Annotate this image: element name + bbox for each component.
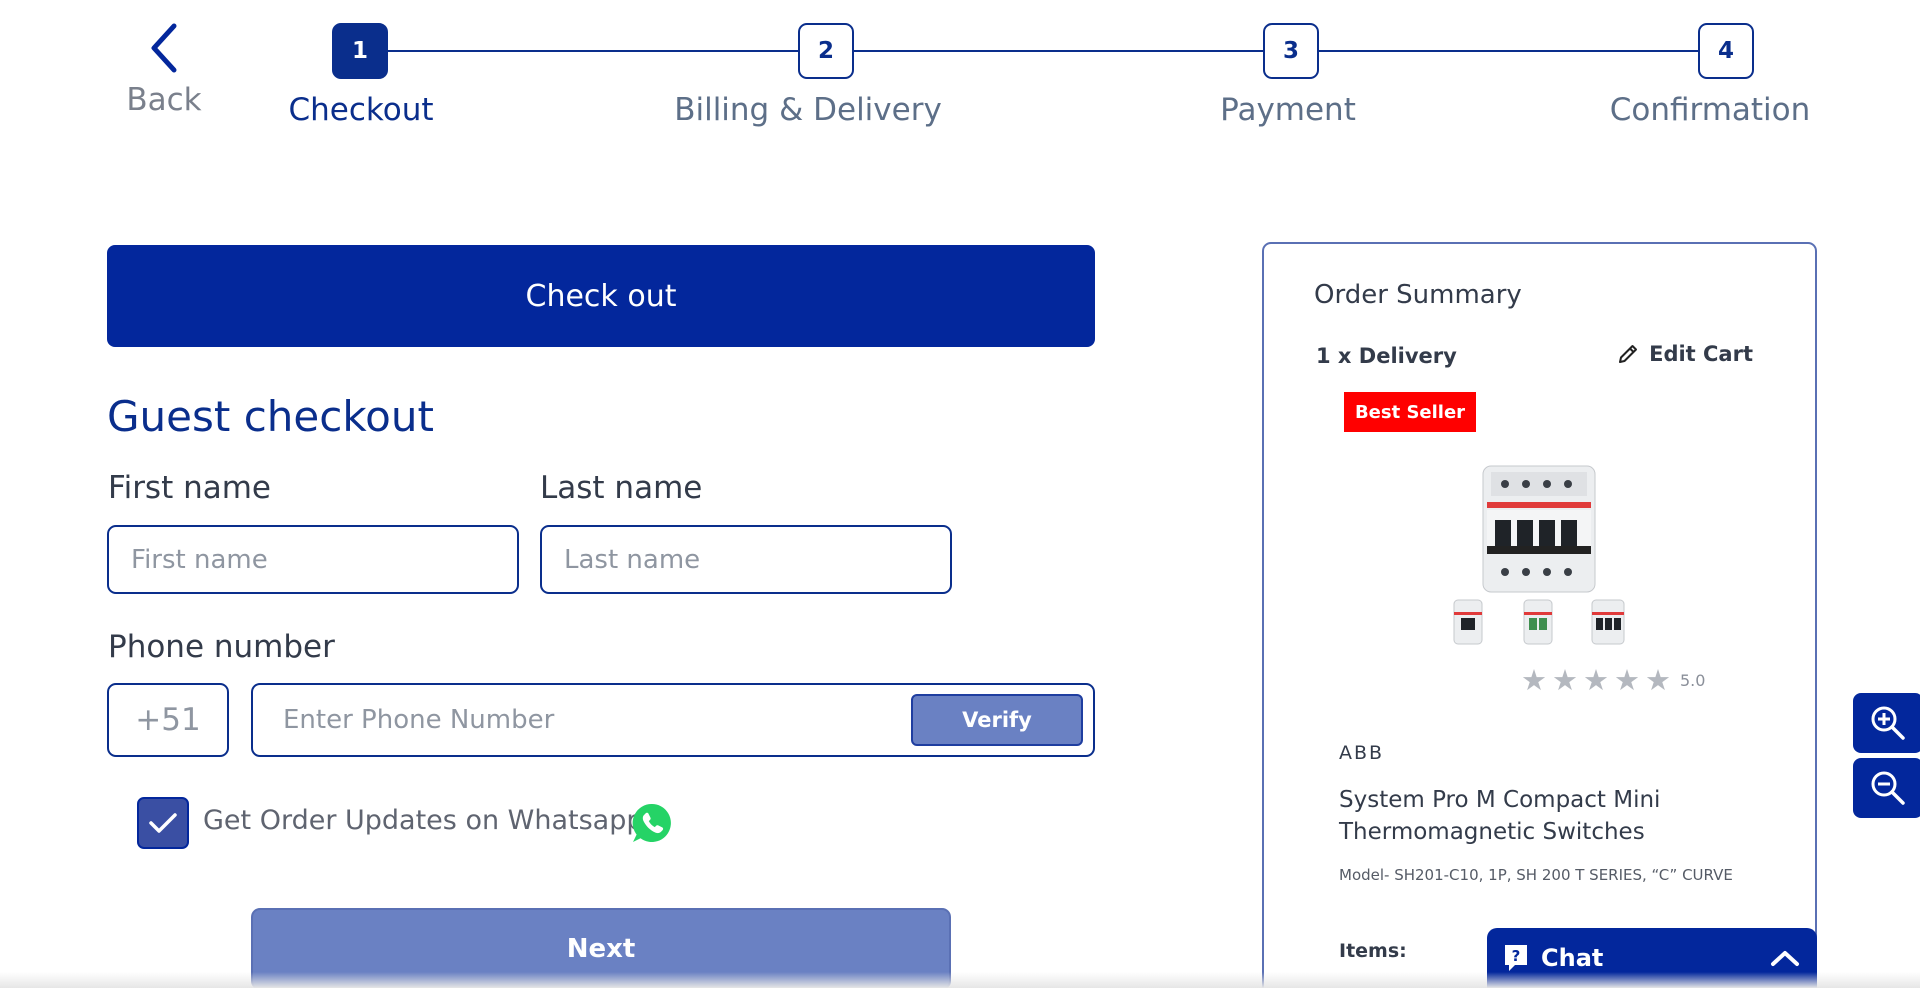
checkout-banner: Check out xyxy=(107,245,1095,347)
back-label: Back xyxy=(126,82,202,118)
best-seller-badge: Best Seller xyxy=(1344,392,1476,432)
chevron-left-icon xyxy=(151,23,177,73)
step-4-indicator: 4 xyxy=(1698,23,1754,79)
star-icon: ★ xyxy=(1583,663,1609,697)
product-thumbnail-1[interactable] xyxy=(1446,598,1490,646)
step-4-label: Confirmation xyxy=(1609,92,1811,128)
first-name-label: First name xyxy=(108,470,272,506)
chat-question-icon: ? xyxy=(1505,945,1527,971)
star-icon: ★ xyxy=(1521,663,1547,697)
product-thumbnail-2[interactable] xyxy=(1516,598,1560,646)
rating-value: 5.0 xyxy=(1680,671,1706,690)
product-rating: ★ ★ ★ ★ ★ 5.0 xyxy=(1521,666,1705,695)
last-name-label: Last name xyxy=(540,470,703,506)
product-thumbnail-3[interactable] xyxy=(1586,598,1630,646)
product-name[interactable]: System Pro M Compact Mini Thermomagnetic… xyxy=(1339,784,1759,848)
pencil-icon xyxy=(1619,345,1638,363)
last-name-input[interactable] xyxy=(540,525,952,594)
chevron-up-icon xyxy=(1771,951,1799,966)
zoom-out-button[interactable] xyxy=(1853,758,1920,818)
checkout-page: { "stepper": { "back_label": "Back", "st… xyxy=(0,0,1920,988)
whatsapp-icon xyxy=(632,803,671,842)
zoom-in-icon xyxy=(1871,706,1905,740)
stepper-line xyxy=(388,50,1702,52)
step-1-indicator: 1 xyxy=(332,23,388,79)
zoom-in-button[interactable] xyxy=(1853,693,1920,753)
back-button[interactable]: Back xyxy=(118,20,210,118)
next-button[interactable]: Next xyxy=(251,908,951,988)
phone-input[interactable] xyxy=(255,687,895,753)
country-code-selector[interactable]: +51 xyxy=(107,683,229,757)
svg-text:?: ? xyxy=(1512,947,1521,965)
country-code-value: +51 xyxy=(135,702,201,738)
check-icon xyxy=(149,813,177,833)
chat-label: Chat xyxy=(1541,944,1604,972)
product-brand: ABB xyxy=(1339,742,1385,764)
star-icon: ★ xyxy=(1645,663,1671,697)
chat-widget[interactable]: ? Chat xyxy=(1487,928,1817,988)
delivery-count: 1 x Delivery xyxy=(1316,344,1457,368)
product-image[interactable] xyxy=(1469,462,1609,596)
step-2-indicator: 2 xyxy=(798,23,854,79)
edit-cart-label: Edit Cart xyxy=(1649,342,1753,366)
whatsapp-updates-checkbox[interactable] xyxy=(137,797,189,849)
order-summary-title: Order Summary xyxy=(1314,280,1522,310)
verify-button[interactable]: Verify xyxy=(911,694,1083,746)
step-2-label: Billing & Delivery xyxy=(674,92,942,128)
phone-field: Verify xyxy=(251,683,1095,757)
product-model: Model- SH201-C10, 1P, SH 200 T SERIES, “… xyxy=(1339,866,1733,884)
items-label: Items: xyxy=(1339,940,1407,962)
step-3-indicator: 3 xyxy=(1263,23,1319,79)
phone-number-label: Phone number xyxy=(108,629,335,665)
step-1-label: Checkout xyxy=(288,92,434,128)
step-3-label: Payment xyxy=(1220,92,1356,128)
zoom-out-icon xyxy=(1871,771,1905,805)
guest-checkout-title: Guest checkout xyxy=(107,392,434,441)
order-summary-panel: Order Summary 1 x Delivery Edit Cart Bes… xyxy=(1262,242,1817,988)
star-icon: ★ xyxy=(1552,663,1578,697)
whatsapp-updates-label: Get Order Updates on Whatsapp xyxy=(203,805,644,836)
edit-cart-button[interactable]: Edit Cart xyxy=(1617,342,1753,366)
star-icon: ★ xyxy=(1614,663,1640,697)
first-name-input[interactable] xyxy=(107,525,519,594)
